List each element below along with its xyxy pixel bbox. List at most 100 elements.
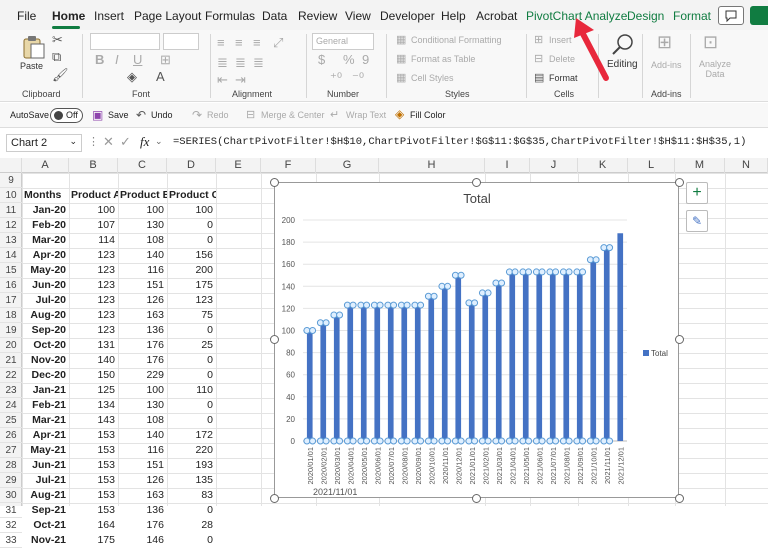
row-header[interactable]: 31 bbox=[0, 503, 22, 518]
value-cell[interactable]: 100 bbox=[120, 203, 167, 218]
row-header[interactable]: 21 bbox=[0, 353, 22, 368]
pivot-chart[interactable]: Total 0 20 40 60 80 100 120 140 160 180 200 2020/01… bbox=[274, 182, 679, 498]
comma-style-icon[interactable]: 9 bbox=[362, 53, 369, 67]
value-cell[interactable]: 172 bbox=[169, 428, 216, 443]
value-cell[interactable]: 175 bbox=[169, 278, 216, 293]
share-button[interactable] bbox=[750, 6, 768, 25]
value-cell[interactable]: 123 bbox=[71, 248, 118, 263]
month-cell[interactable]: May-21 bbox=[24, 443, 69, 458]
fill-color-icon[interactable]: ◈ bbox=[127, 70, 137, 84]
column-header[interactable]: F bbox=[261, 158, 316, 173]
column-header[interactable]: G bbox=[316, 158, 379, 173]
value-cell[interactable]: 134 bbox=[71, 398, 118, 413]
undo-icon[interactable]: ↶ bbox=[136, 108, 146, 122]
month-cell[interactable]: May-20 bbox=[24, 263, 69, 278]
value-cell[interactable]: 0 bbox=[169, 368, 216, 383]
month-cell[interactable]: Oct-21 bbox=[24, 518, 69, 533]
value-cell[interactable]: 123 bbox=[71, 323, 118, 338]
value-cell[interactable]: 175 bbox=[71, 533, 118, 548]
percent-icon[interactable]: % bbox=[343, 53, 355, 67]
value-cell[interactable]: 153 bbox=[71, 503, 118, 518]
tab-data[interactable]: Data bbox=[262, 9, 287, 23]
value-cell[interactable]: 135 bbox=[169, 473, 216, 488]
bold-icon[interactable]: B bbox=[95, 53, 104, 67]
row-header[interactable]: 28 bbox=[0, 458, 22, 473]
align-bottom-icon[interactable]: ≡ bbox=[253, 36, 261, 50]
resize-handle[interactable] bbox=[675, 335, 684, 344]
comments-button[interactable] bbox=[718, 6, 744, 25]
value-cell[interactable]: 100 bbox=[169, 203, 216, 218]
row-header[interactable]: 12 bbox=[0, 218, 22, 233]
value-cell[interactable]: 143 bbox=[71, 413, 118, 428]
column-header[interactable]: B bbox=[69, 158, 118, 173]
month-cell[interactable]: Oct-20 bbox=[24, 338, 69, 353]
row-header[interactable]: 15 bbox=[0, 263, 22, 278]
value-cell[interactable]: 153 bbox=[71, 458, 118, 473]
value-cell[interactable]: 0 bbox=[169, 233, 216, 248]
format-as-table-button[interactable]: Format as Table bbox=[411, 54, 475, 64]
value-cell[interactable]: 151 bbox=[120, 458, 167, 473]
enter-icon[interactable]: ✓ bbox=[120, 134, 131, 150]
row-header[interactable]: 24 bbox=[0, 398, 22, 413]
value-cell[interactable]: 123 bbox=[71, 278, 118, 293]
value-cell[interactable]: 164 bbox=[71, 518, 118, 533]
value-cell[interactable]: 130 bbox=[120, 218, 167, 233]
value-cell[interactable]: 153 bbox=[71, 488, 118, 503]
value-cell[interactable]: 123 bbox=[71, 308, 118, 323]
tab-view[interactable]: View bbox=[345, 9, 371, 23]
tab-acrobat[interactable]: Acrobat bbox=[476, 9, 517, 23]
month-cell[interactable]: Sep-21 bbox=[24, 503, 69, 518]
accounting-format-icon[interactable]: $ bbox=[318, 53, 325, 67]
select-all-corner[interactable] bbox=[0, 158, 22, 173]
resize-handle[interactable] bbox=[472, 178, 481, 187]
header-cell[interactable]: Product A bbox=[71, 188, 118, 203]
month-cell[interactable]: Jun-20 bbox=[24, 278, 69, 293]
tab-formulas[interactable]: Formulas bbox=[205, 9, 255, 23]
month-cell[interactable]: Mar-21 bbox=[24, 413, 69, 428]
header-cell[interactable]: Months bbox=[24, 188, 69, 203]
font-name-dropdown[interactable] bbox=[90, 33, 160, 50]
paste-button[interactable]: Paste bbox=[20, 61, 43, 71]
value-cell[interactable]: 0 bbox=[169, 323, 216, 338]
resize-handle[interactable] bbox=[270, 335, 279, 344]
month-cell[interactable]: Jan-20 bbox=[24, 203, 69, 218]
row-header[interactable]: 32 bbox=[0, 518, 22, 533]
value-cell[interactable]: 136 bbox=[120, 503, 167, 518]
orientation-icon[interactable]: ⤢ bbox=[273, 36, 283, 50]
column-header[interactable]: M bbox=[675, 158, 725, 173]
chart-title[interactable]: Total bbox=[463, 191, 491, 206]
conditional-formatting-button[interactable]: Conditional Formatting bbox=[411, 35, 502, 45]
tab-home[interactable]: Home bbox=[52, 9, 85, 23]
tab-help[interactable]: Help bbox=[441, 9, 466, 23]
month-cell[interactable]: Apr-20 bbox=[24, 248, 69, 263]
resize-handle[interactable] bbox=[472, 494, 481, 503]
value-cell[interactable]: 100 bbox=[71, 203, 118, 218]
save-icon[interactable]: ▣ bbox=[92, 108, 103, 122]
row-header[interactable]: 19 bbox=[0, 323, 22, 338]
month-cell[interactable]: Feb-20 bbox=[24, 218, 69, 233]
value-cell[interactable]: 123 bbox=[71, 263, 118, 278]
chart-elements-button[interactable]: + bbox=[686, 182, 708, 204]
insert-cells-button[interactable]: Insert bbox=[549, 35, 572, 45]
add-ins-icon[interactable]: ⊞ bbox=[657, 33, 672, 51]
month-cell[interactable]: Aug-21 bbox=[24, 488, 69, 503]
value-cell[interactable]: 123 bbox=[169, 293, 216, 308]
row-header[interactable]: 17 bbox=[0, 293, 22, 308]
cut-icon[interactable]: ✂ bbox=[52, 33, 63, 47]
value-cell[interactable]: 130 bbox=[120, 398, 167, 413]
month-cell[interactable]: Dec-20 bbox=[24, 368, 69, 383]
analyze-data-button[interactable]: Analyze Data bbox=[697, 59, 733, 79]
row-header[interactable]: 20 bbox=[0, 338, 22, 353]
value-cell[interactable]: 108 bbox=[120, 413, 167, 428]
value-cell[interactable]: 123 bbox=[71, 293, 118, 308]
value-cell[interactable]: 150 bbox=[71, 368, 118, 383]
value-cell[interactable]: 163 bbox=[120, 488, 167, 503]
row-header[interactable]: 30 bbox=[0, 488, 22, 503]
value-cell[interactable]: 107 bbox=[71, 218, 118, 233]
underline-icon[interactable]: U bbox=[133, 53, 142, 67]
column-header[interactable]: E bbox=[216, 158, 261, 173]
save-button[interactable]: Save bbox=[108, 110, 129, 120]
value-cell[interactable]: 140 bbox=[71, 353, 118, 368]
row-header[interactable]: 33 bbox=[0, 533, 22, 548]
row-header[interactable]: 11 bbox=[0, 203, 22, 218]
